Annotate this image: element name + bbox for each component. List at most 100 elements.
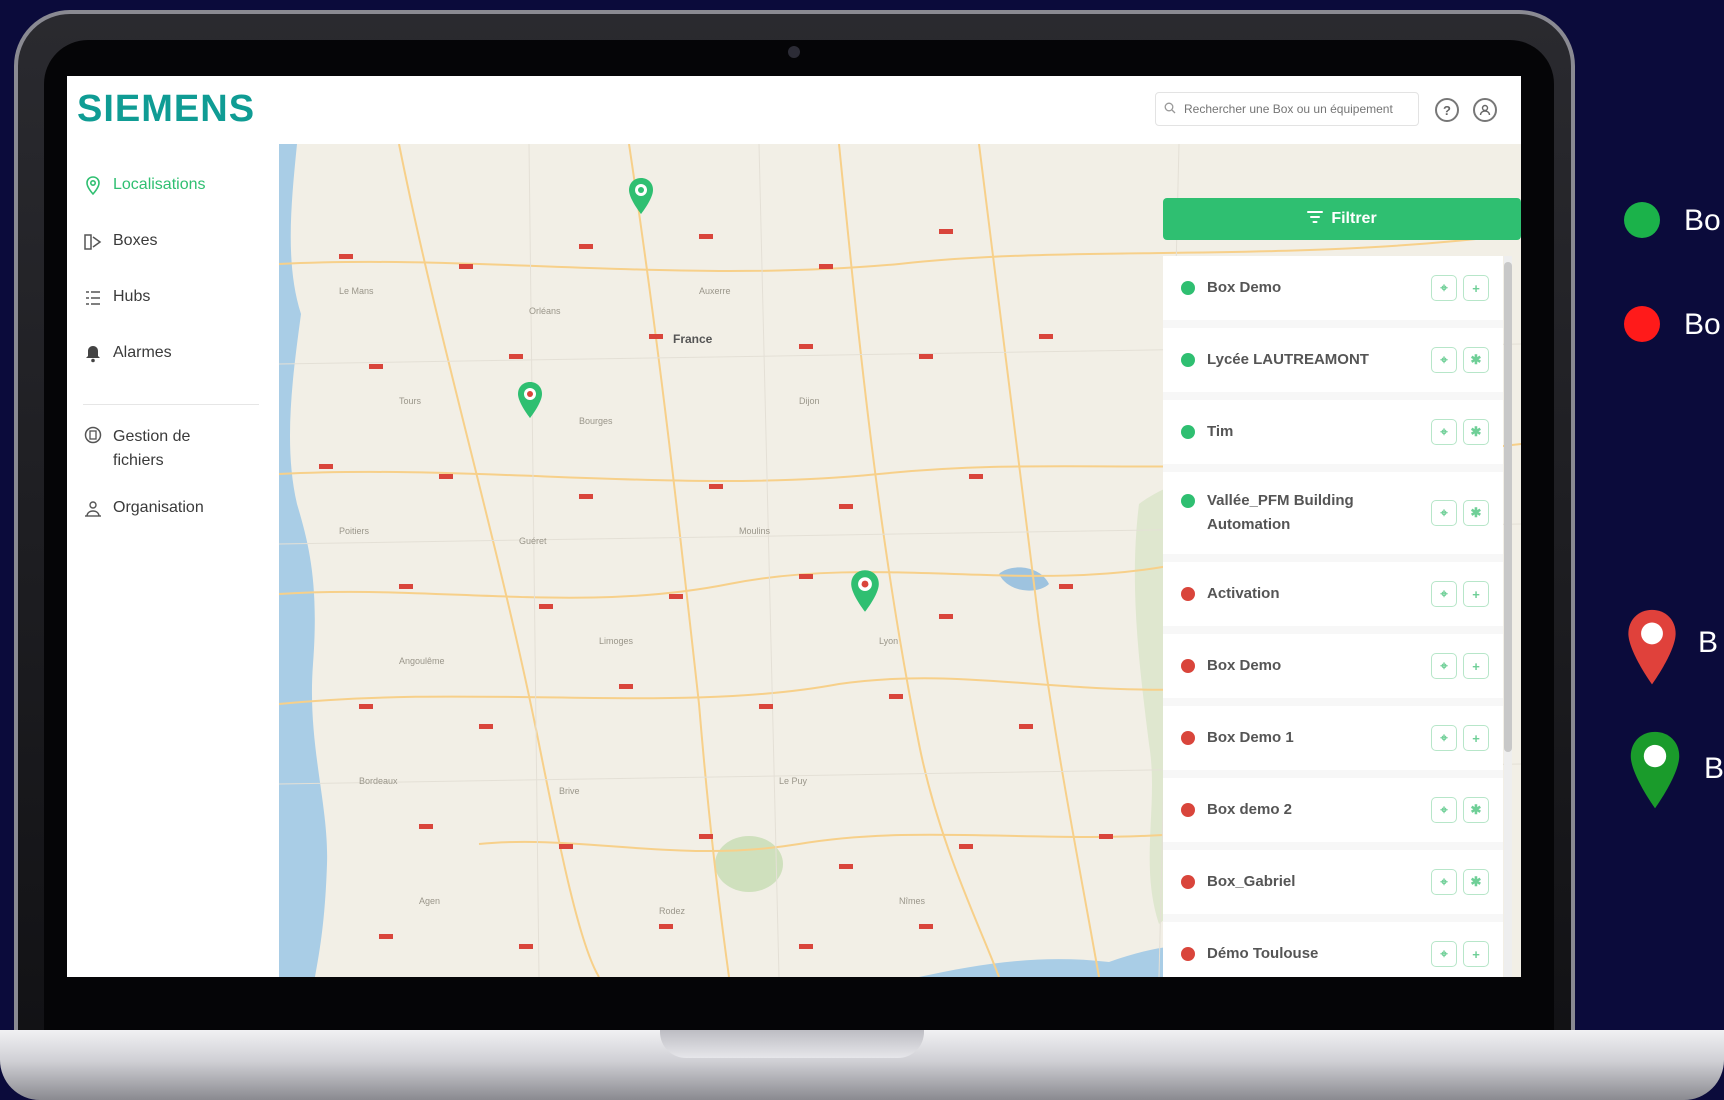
box-name: Démo Toulouse (1207, 945, 1319, 962)
sidebar-nav: Localisations Boxes Hubs Alarmes Gestion… (67, 176, 279, 555)
box-name: Tim (1207, 423, 1234, 440)
svg-text:Moulins: Moulins (739, 526, 771, 536)
locate-icon[interactable]: ⌖ (1431, 581, 1457, 607)
sidebar-item-hubs[interactable]: Hubs (67, 288, 279, 344)
list-item[interactable]: Vallée_PFM Building Automation ⌖ ✱ (1163, 472, 1503, 554)
organisation-icon (83, 499, 103, 519)
settings-icon[interactable]: ✱ (1463, 869, 1489, 895)
app-screen: SIEMENS Localisations Boxes Hubs Alarmes… (67, 76, 1521, 977)
svg-text:Le Mans: Le Mans (339, 286, 374, 296)
locate-icon[interactable]: ⌖ (1431, 941, 1457, 967)
locate-icon[interactable]: ⌖ (1431, 419, 1457, 445)
sidebar-item-alarmes[interactable]: Alarmes (67, 344, 279, 400)
search-box[interactable] (1155, 92, 1419, 126)
locate-icon[interactable]: ⌖ (1431, 347, 1457, 373)
box-name: Vallée_PFM Building Automation (1207, 492, 1354, 533)
help-icon[interactable]: ? (1435, 98, 1459, 122)
svg-text:Auxerre: Auxerre (699, 286, 731, 296)
topbar: ? (279, 76, 1521, 144)
settings-icon[interactable]: ✱ (1463, 347, 1489, 373)
settings-icon[interactable]: ✱ (1463, 419, 1489, 445)
sidebar-item-label: Localisations (113, 176, 206, 193)
filter-button[interactable]: Filtrer (1163, 198, 1521, 240)
box-name: Box Demo (1207, 657, 1282, 674)
box-name: Activation (1207, 585, 1280, 602)
list-item[interactable]: Lycée LAUTREAMONT ⌖ ✱ (1163, 328, 1503, 392)
list-item[interactable]: Box_Gabriel ⌖ ✱ (1163, 850, 1503, 914)
sidebar-item-label: Alarmes (113, 344, 172, 361)
list-item[interactable]: Démo Toulouse ⌖ + (1163, 922, 1503, 977)
list-item[interactable]: Box demo 2 ⌖ ✱ (1163, 778, 1503, 842)
status-dot-offline (1181, 587, 1195, 601)
location-pin-icon (83, 176, 103, 196)
box-name: Box_Gabriel (1207, 873, 1296, 890)
camera-dot (788, 46, 800, 58)
svg-text:Le Puy: Le Puy (779, 776, 808, 786)
sidebar-item-organisation[interactable]: Organisation (67, 499, 279, 555)
sidebar-divider (83, 404, 259, 405)
status-dot-online (1181, 353, 1195, 367)
status-dot-offline (1181, 803, 1195, 817)
locate-icon[interactable]: ⌖ (1431, 797, 1457, 823)
svg-text:Lyon: Lyon (879, 636, 898, 646)
list-item[interactable]: Box Demo 1 ⌖ + (1163, 706, 1503, 770)
locate-icon[interactable]: ⌖ (1431, 275, 1457, 301)
settings-icon[interactable]: ✱ (1463, 500, 1489, 526)
svg-text:Poitiers: Poitiers (339, 526, 370, 536)
svg-text:Brive: Brive (559, 786, 580, 796)
filter-label: Filtrer (1331, 210, 1377, 227)
locate-icon[interactable]: ⌖ (1431, 725, 1457, 751)
legend-green-pin-label: B (1704, 752, 1724, 785)
svg-text:Limoges: Limoges (599, 636, 634, 646)
svg-text:Nîmes: Nîmes (899, 896, 926, 906)
list-item[interactable]: Box Demo ⌖ + (1163, 634, 1503, 698)
status-dot-offline (1181, 731, 1195, 745)
locate-icon[interactable]: ⌖ (1431, 500, 1457, 526)
search-icon (1164, 102, 1176, 117)
list-item[interactable]: Box Demo ⌖ + (1163, 256, 1503, 320)
list-item[interactable]: Activation ⌖ + (1163, 562, 1503, 626)
add-icon[interactable]: + (1463, 653, 1489, 679)
sidebar-item-boxes[interactable]: Boxes (67, 232, 279, 288)
hubs-list-icon (83, 288, 103, 308)
laptop-notch (660, 1030, 924, 1058)
legend-red-dot-label: Bo (1684, 308, 1721, 341)
siemens-logo: SIEMENS (77, 88, 256, 130)
box-name: Box demo 2 (1207, 801, 1293, 818)
user-icon[interactable] (1473, 98, 1497, 122)
svg-text:Orléans: Orléans (529, 306, 561, 316)
svg-text:Bourges: Bourges (579, 416, 613, 426)
add-icon[interactable]: + (1463, 725, 1489, 751)
list-scrollbar-thumb[interactable] (1504, 262, 1512, 752)
locate-icon[interactable]: ⌖ (1431, 653, 1457, 679)
add-icon[interactable]: + (1463, 581, 1489, 607)
locate-icon[interactable]: ⌖ (1431, 869, 1457, 895)
sidebar-item-localisations[interactable]: Localisations (67, 176, 279, 232)
sidebar-item-label: Hubs (113, 288, 151, 305)
sidebar-item-label: Gestion de fichiers (113, 428, 191, 469)
sidebar-item-label: Organisation (113, 499, 204, 516)
filter-icon (1307, 210, 1324, 229)
search-input[interactable] (1182, 101, 1406, 117)
boxes-icon (83, 232, 103, 252)
svg-text:Dijon: Dijon (799, 396, 820, 406)
sidebar-item-label: Boxes (113, 232, 158, 249)
file-management-icon (83, 425, 103, 445)
legend-green-pin-icon (1626, 730, 1684, 817)
list-item[interactable]: Tim ⌖ ✱ (1163, 400, 1503, 464)
box-name: Box Demo 1 (1207, 729, 1294, 746)
settings-icon[interactable]: ✱ (1463, 797, 1489, 823)
svg-text:Bordeaux: Bordeaux (359, 776, 398, 786)
status-dot-online (1181, 494, 1195, 508)
status-dot-online (1181, 425, 1195, 439)
add-icon[interactable]: + (1463, 275, 1489, 301)
sidebar: SIEMENS Localisations Boxes Hubs Alarmes… (67, 76, 280, 977)
svg-text:Agen: Agen (419, 896, 440, 906)
sidebar-item-gestion-fichiers[interactable]: Gestion de fichiers (67, 425, 279, 499)
legend-red-pin-label: B (1698, 626, 1719, 659)
svg-text:Angoulême: Angoulême (399, 656, 445, 666)
bell-icon (83, 344, 103, 364)
box-name: Box Demo (1207, 279, 1282, 296)
legend-green-dot-label: Bo (1684, 204, 1721, 237)
add-icon[interactable]: + (1463, 941, 1489, 967)
